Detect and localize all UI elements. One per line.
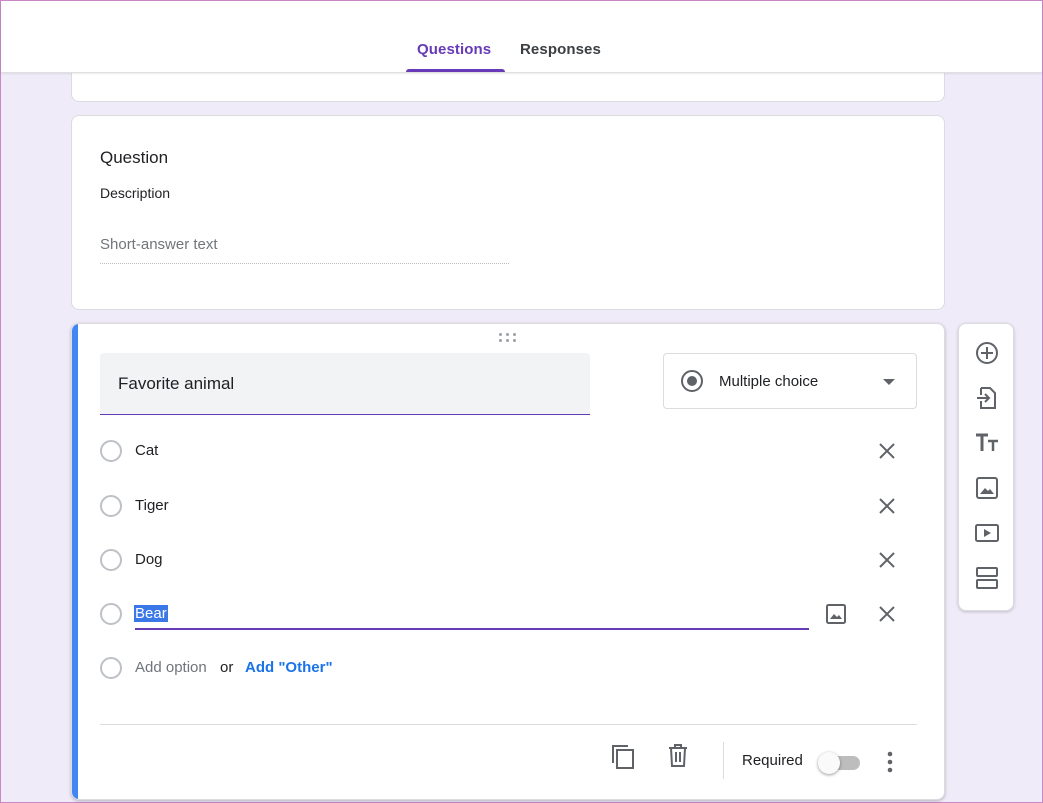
option-label[interactable]: Tiger bbox=[135, 497, 169, 514]
option-row: Tiger bbox=[100, 486, 920, 526]
option-row-editing: Bear bbox=[100, 594, 920, 634]
required-toggle[interactable] bbox=[818, 752, 864, 774]
add-other-button[interactable]: Add "Other" bbox=[245, 659, 333, 676]
add-title-icon bbox=[976, 433, 998, 451]
question-title-text: Favorite animal bbox=[118, 374, 235, 393]
radio-circle-icon bbox=[100, 440, 122, 462]
option-label[interactable]: Cat bbox=[135, 442, 158, 459]
question-description: Description bbox=[100, 185, 171, 201]
import-questions-icon bbox=[977, 387, 996, 409]
drag-handle-icon[interactable] bbox=[499, 333, 519, 345]
remove-option-icon[interactable] bbox=[876, 495, 898, 517]
required-label: Required bbox=[742, 752, 803, 769]
add-option-row: Add option or Add "Other" bbox=[100, 648, 920, 688]
question-type-dropdown[interactable]: Multiple choice bbox=[663, 353, 917, 409]
dropdown-arrow-icon bbox=[883, 379, 895, 385]
or-label: or bbox=[220, 659, 234, 676]
tab-questions[interactable]: Questions bbox=[417, 41, 491, 58]
add-image-icon[interactable] bbox=[824, 602, 848, 626]
more-options-icon[interactable] bbox=[880, 748, 900, 776]
add-image-icon bbox=[976, 477, 998, 499]
question-type-label: Multiple choice bbox=[719, 373, 819, 390]
radio-circle-icon bbox=[100, 603, 122, 625]
radio-circle-icon bbox=[100, 549, 122, 571]
remove-option-icon[interactable] bbox=[876, 603, 898, 625]
delete-icon[interactable] bbox=[667, 743, 689, 769]
radio-checked-icon bbox=[681, 370, 703, 392]
active-card-indicator bbox=[72, 324, 78, 799]
toggle-knob bbox=[818, 752, 840, 774]
remove-option-icon[interactable] bbox=[876, 549, 898, 571]
add-option-button[interactable]: Add option bbox=[135, 659, 207, 676]
question-title: Question bbox=[100, 148, 169, 167]
duplicate-icon[interactable] bbox=[610, 743, 636, 771]
add-video-icon bbox=[975, 524, 999, 542]
remove-option-icon[interactable] bbox=[876, 440, 898, 462]
active-tab-indicator bbox=[406, 69, 505, 72]
tab-responses[interactable]: Responses bbox=[520, 41, 601, 58]
short-answer-placeholder: Short-answer text bbox=[100, 236, 509, 264]
add-section-button[interactable] bbox=[973, 564, 1001, 592]
form-header: Questions Responses bbox=[1, 1, 1042, 73]
add-title-button[interactable] bbox=[973, 429, 1001, 457]
import-questions-button[interactable] bbox=[973, 384, 1001, 412]
option-input-underline bbox=[135, 628, 809, 630]
card-footer-divider bbox=[100, 724, 917, 725]
option-label[interactable]: Dog bbox=[135, 551, 163, 568]
footer-separator bbox=[723, 742, 724, 779]
multiple-choice-question-card[interactable]: Favorite animal Multiple choice Cat Tige… bbox=[71, 323, 945, 800]
add-question-icon bbox=[976, 342, 998, 364]
add-question-button[interactable] bbox=[973, 339, 1001, 367]
question-title-input[interactable]: Favorite animal bbox=[100, 353, 590, 415]
radio-circle-icon bbox=[100, 657, 122, 679]
radio-circle-icon bbox=[100, 495, 122, 517]
add-image-button[interactable] bbox=[973, 474, 1001, 502]
option-input-selected-text[interactable]: Bear bbox=[134, 605, 168, 622]
option-row: Cat bbox=[100, 431, 920, 471]
add-section-icon bbox=[976, 567, 998, 589]
short-answer-question-card[interactable]: Question Description Short-answer text bbox=[71, 115, 945, 310]
add-video-button[interactable] bbox=[973, 519, 1001, 547]
floating-toolbar bbox=[958, 323, 1014, 611]
option-row: Dog bbox=[100, 540, 920, 580]
